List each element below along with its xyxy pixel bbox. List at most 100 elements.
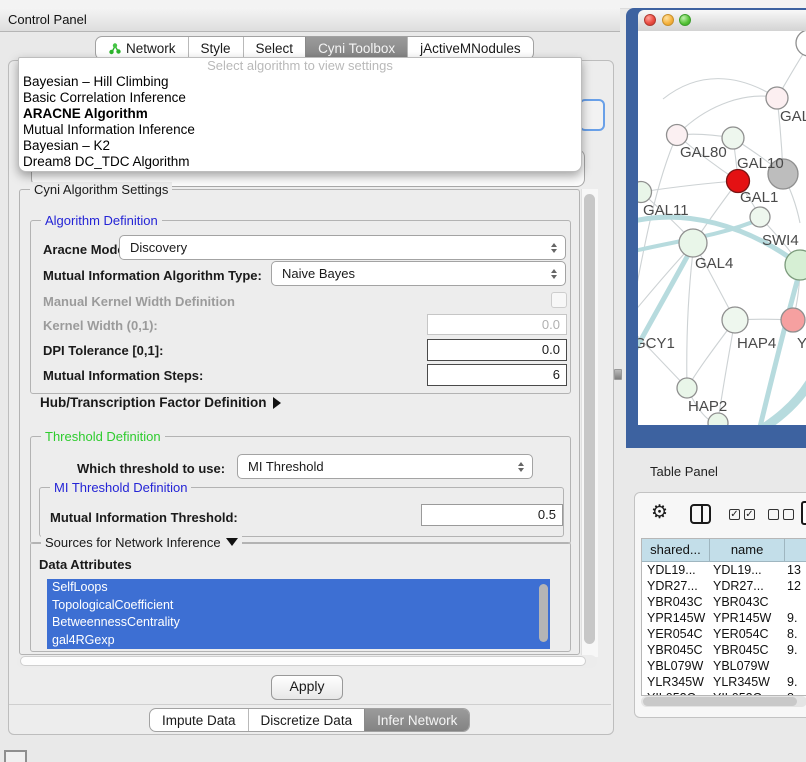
table-row[interactable]: YBL079WYBL079W [642,658,806,674]
node-label: GAL11 [643,202,689,219]
aracne-mode-label: Aracne Mode: [43,242,129,257]
dpi-tolerance-field[interactable]: 0.0 [427,339,567,361]
column-header-name[interactable]: name [710,539,785,561]
field-value: 6 [553,367,560,382]
tab-label: Infer Network [377,713,457,728]
mi-steps-label: Mutual Information Steps: [43,368,203,383]
group-title: Algorithm Definition [41,213,162,228]
apply-label: Apply [289,678,324,694]
settings-horizontal-scrollbar[interactable] [17,655,597,668]
node-labels: GAL GAL80 GAL10 GAL1 GAL11 SWI4 GAL4 GCY… [638,108,806,415]
list-item[interactable]: BetweennessCentrality [47,614,550,632]
node-swi4-small[interactable] [750,207,770,227]
deselect-all-icon[interactable] [768,509,794,520]
group-title: Cyni Algorithm Settings [30,182,172,197]
tab-cyni-toolbox[interactable]: Cyni Toolbox [305,37,407,59]
menu-item[interactable]: Bayesian – K2 [19,138,581,154]
node-hap2[interactable] [677,378,697,398]
scrollbar-thumb[interactable] [584,194,595,644]
combo-value: MI Threshold [248,459,324,474]
node-salmon[interactable] [781,308,805,332]
field-value: 0.0 [542,317,560,332]
tab-style[interactable]: Style [188,37,243,59]
network-canvas[interactable]: GAL GAL80 GAL10 GAL1 GAL11 SWI4 GAL4 GCY… [638,31,806,425]
network-window-titlebar[interactable] [638,10,806,32]
table-row[interactable]: YDR27...YDR27...12 [642,578,806,594]
popup-prompt: Select algorithm to view settings [19,58,581,74]
node-hap4[interactable] [722,307,748,333]
tab-infer-network[interactable]: Infer Network [364,709,469,731]
mi-threshold-field[interactable]: 0.5 [421,504,563,526]
mi-threshold-group: MI Threshold Definition Mutual Informati… [39,487,564,537]
algorithm-definition-group: Algorithm Definition Aracne Mode: Discov… [30,220,571,394]
checked-box-icon: ✓ [729,509,740,520]
kernel-width-field[interactable]: 0.0 [427,314,567,335]
tab-select[interactable]: Select [243,37,306,59]
menu-item[interactable]: Dream8 DC_TDC Algorithm [19,154,581,170]
scrollbar-thumb[interactable] [20,656,586,666]
close-traffic-light[interactable] [644,14,656,26]
node-gal80[interactable] [667,125,688,146]
manual-kernel-checkbox[interactable] [551,292,567,308]
settings-vertical-scrollbar[interactable] [581,189,598,657]
focused-combo-fragment[interactable] [579,99,605,131]
tab-jactivemnodules[interactable]: jActiveMNodules [407,37,533,59]
kernel-width-label: Kernel Width (0,1): [43,318,158,333]
gear-icon[interactable]: ⚙ [651,501,668,524]
table-row[interactable]: YER054CYER054C8. [642,626,806,642]
zoom-traffic-light[interactable] [679,14,691,26]
which-threshold-combo[interactable]: MI Threshold [237,454,533,479]
mi-threshold-label: Mutual Information Threshold: [50,510,238,525]
node-label: GAL1 [740,189,778,206]
menu-item[interactable]: Mutual Information Inference [19,122,581,138]
tab-label: Select [256,41,294,56]
mi-steps-field[interactable]: 6 [427,364,567,386]
unchecked-box-icon [768,509,779,520]
table-row[interactable]: YBR043CYBR043C [642,594,806,610]
tab-impute-data[interactable]: Impute Data [150,709,248,731]
table-row[interactable]: YLR345WYLR345W9. [642,674,806,690]
aracne-mode-combo[interactable]: Discovery [119,235,566,260]
apply-button[interactable]: Apply [271,675,343,700]
column-header-shared[interactable]: shared... [642,539,710,561]
group-title: Threshold Definition [41,429,165,444]
list-item[interactable]: SelfLoops [47,579,550,597]
data-attributes-list: SelfLoops TopologicalCoefficient Between… [47,579,550,649]
node-partial-top[interactable] [796,31,806,56]
node-gal-partial[interactable] [766,87,788,109]
node-gal4[interactable] [679,229,707,257]
checked-box-icon: ✓ [744,509,755,520]
group-title: MI Threshold Definition [50,480,191,495]
sources-expander[interactable]: Sources for Network Inference [41,535,242,550]
columns-icon[interactable] [690,504,711,524]
scrollbar-thumb[interactable] [643,697,797,706]
list-item[interactable]: TopologicalCoefficient [47,597,550,615]
minimize-traffic-light[interactable] [662,14,674,26]
column-header-partial[interactable] [785,539,806,561]
node-label: HAP2 [688,398,727,415]
list-item[interactable]: gal4RGexp [47,632,550,650]
node-label: SWI4 [762,232,799,249]
hub-definition-expander[interactable]: Hub/Transcription Factor Definition [40,395,281,410]
mi-type-combo[interactable]: Naive Bayes [271,261,566,286]
tab-discretize-data[interactable]: Discretize Data [248,709,365,731]
tab-label: jActiveMNodules [420,41,521,56]
menu-item[interactable]: Bayesian – Hill Climbing [19,74,581,90]
table-row[interactable]: YDL19...YDL19...13 [642,562,806,578]
splitter-handle[interactable] [614,369,622,380]
minimized-panel-icon[interactable] [4,750,27,762]
threshold-definition-group: Threshold Definition Which threshold to … [30,436,571,544]
menu-item-selected[interactable]: ARACNE Algorithm [19,106,581,122]
list-scrollbar-thumb[interactable] [539,584,548,642]
hub-definition-label: Hub/Transcription Factor Definition [40,395,267,410]
tab-network[interactable]: Network [96,37,188,59]
table-horizontal-scrollbar[interactable] [641,696,806,707]
table-row[interactable]: YPR145WYPR145W9. [642,610,806,626]
table-row[interactable]: YBR045CYBR045C9. [642,642,806,658]
menu-item[interactable]: Basic Correlation Inference [19,90,581,106]
document-icon[interactable] [801,501,806,525]
mi-type-label: Mutual Information Algorithm Type: [43,268,262,283]
sources-group: Sources for Network Inference Data Attri… [30,542,571,652]
node-label: GAL80 [680,144,727,161]
select-all-icon[interactable]: ✓ ✓ [729,509,755,520]
